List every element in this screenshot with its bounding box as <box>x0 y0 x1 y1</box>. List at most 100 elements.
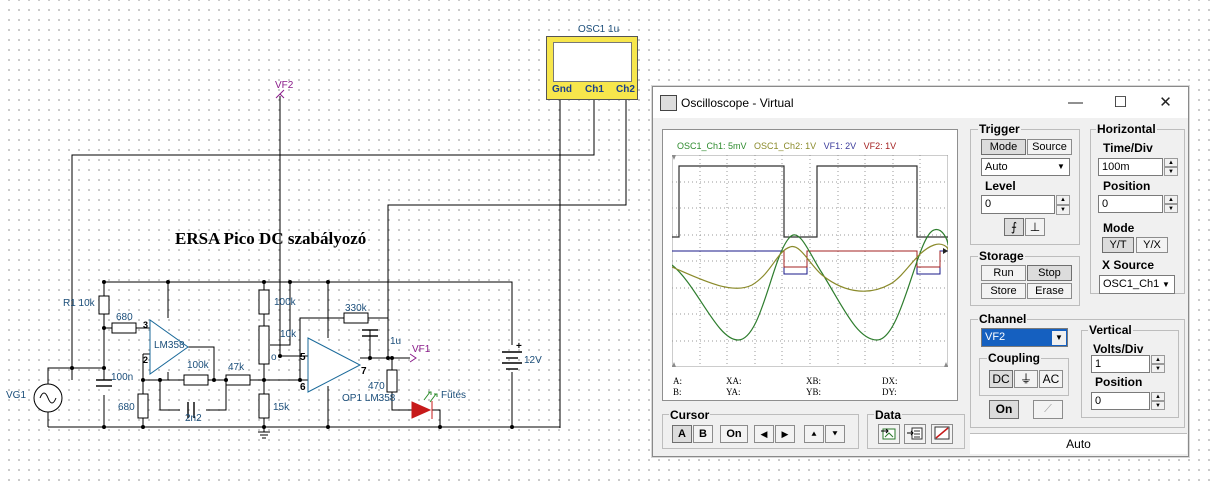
hpos-up[interactable]: ▲ <box>1164 195 1178 204</box>
r470-label: 470 <box>368 381 385 392</box>
yx-button[interactable]: Y/X <box>1136 237 1168 253</box>
legend-ch2: OSC1_Ch2: 1V <box>754 141 817 151</box>
timediv-down[interactable]: ▼ <box>1164 167 1178 176</box>
timediv-label: Time/Div <box>1103 141 1153 155</box>
c1u-label: 1u <box>390 336 402 347</box>
hpos-input[interactable]: 0 <box>1098 195 1163 213</box>
readout-dx: DX: <box>882 376 898 386</box>
trigger-mode-select[interactable]: Auto ▼ <box>981 158 1070 176</box>
cursor-b-button[interactable]: B <box>693 425 713 443</box>
coupling-label: Coupling <box>987 351 1041 365</box>
hpos-label: Position <box>1103 179 1151 193</box>
pin2-label: 2 <box>143 355 149 365</box>
vpos-label: Position <box>1095 375 1143 389</box>
voltsdiv-input[interactable]: 1 <box>1091 355 1150 373</box>
export-image-button[interactable] <box>878 424 900 444</box>
readout-a: A: <box>673 376 682 386</box>
channel-on-button[interactable]: On <box>989 400 1019 419</box>
maximize-button[interactable]: ☐ <box>1098 87 1143 118</box>
graph-button[interactable] <box>931 424 953 444</box>
voltsdiv-up[interactable]: ▲ <box>1151 355 1165 364</box>
dc-button[interactable]: DC <box>989 370 1013 388</box>
stop-button[interactable]: Stop <box>1027 265 1072 281</box>
channel-color-button[interactable]: ⟋ <box>1033 400 1063 419</box>
channel-label: Channel <box>978 312 1028 326</box>
legend-vf2: VF2: 1V <box>863 141 897 151</box>
channel-select[interactable]: VF2 ▼ <box>981 328 1068 347</box>
scope-display[interactable]: OSC1_Ch1: 5mV OSC1_Ch2: 1V VF1: 2V VF2: … <box>662 129 958 401</box>
cursor-left-button[interactable]: ◀ <box>754 425 774 443</box>
osc-pin-ch1: Ch1 <box>585 84 604 95</box>
cursor-b-right-marker <box>944 362 948 367</box>
vcc-label: 12V <box>524 355 542 366</box>
vertical-label: Vertical <box>1088 323 1133 337</box>
arrow-left-icon: ◀ <box>760 429 768 439</box>
opamp1-label: LM358 <box>154 340 185 351</box>
vcc-plus-label: + <box>516 341 522 352</box>
timediv-input[interactable]: 100m <box>1098 158 1163 176</box>
data-label: Data <box>874 408 903 422</box>
pin5-label: 5 <box>300 352 306 363</box>
vpos-input[interactable]: 0 <box>1091 392 1150 410</box>
trigger-mode-value: Auto <box>985 161 1008 173</box>
trigger-mode-button[interactable]: Mode <box>981 139 1026 155</box>
cursor-a-button[interactable]: A <box>672 425 692 443</box>
gnd-button[interactable]: ⏚ <box>1014 370 1038 388</box>
oscilloscope-app-icon <box>660 95 677 111</box>
close-button[interactable]: ✕ <box>1143 87 1188 118</box>
pin3-label: 3 <box>143 320 149 330</box>
trigger-label: Trigger <box>978 122 1021 136</box>
vpos-down[interactable]: ▼ <box>1151 401 1165 410</box>
vpos-up[interactable]: ▲ <box>1151 392 1165 401</box>
cursor-label: Cursor <box>669 408 711 422</box>
rising-edge-button[interactable]: ⨍ <box>1004 218 1024 236</box>
readout-dy: DY: <box>882 387 897 397</box>
legend-vf1: VF1: 2V <box>823 141 857 151</box>
window-title: Oscilloscope - Virtual <box>681 96 794 110</box>
pen-icon: ⟋ <box>1044 403 1052 415</box>
cursor-b-marker <box>672 362 676 367</box>
cursor-down-button[interactable]: ⯆ <box>825 425 845 443</box>
readout-xa: XA: <box>726 376 742 386</box>
r330k-label: 330k <box>345 303 367 314</box>
cursor-up-button[interactable]: ⯅ <box>804 425 824 443</box>
graph-icon <box>934 426 950 440</box>
ac-button[interactable]: AC <box>1039 370 1063 388</box>
arrow-down-icon: ⯆ <box>831 429 839 439</box>
c2n2-label: 2n2 <box>185 413 202 424</box>
xsource-select[interactable]: OSC1_Ch1 ▼ <box>1099 275 1175 294</box>
xsource-label: X Source <box>1102 258 1155 272</box>
cursor-right-button[interactable]: ▶ <box>775 425 795 443</box>
oscilloscope-symbol[interactable]: Gnd Ch1 Ch2 <box>546 36 638 100</box>
legend-ch1: OSC1_Ch1: 5mV <box>677 141 747 151</box>
vg1-label: VG1 <box>6 390 27 401</box>
hpos-down[interactable]: ▼ <box>1164 204 1178 213</box>
falling-edge-button[interactable]: ⊥ <box>1025 218 1045 236</box>
probe-vf2-label: VF2 <box>275 80 294 91</box>
trigger-level-input[interactable]: 0 <box>981 195 1055 214</box>
timediv-up[interactable]: ▲ <box>1164 158 1178 167</box>
cursor-a-marker <box>672 155 676 160</box>
erase-button[interactable]: Erase <box>1027 283 1072 299</box>
run-button[interactable]: Run <box>981 265 1026 281</box>
rising-edge-icon: ⨍ <box>1010 220 1018 234</box>
minimize-button[interactable]: — <box>1053 87 1098 118</box>
export-image-icon <box>881 428 896 440</box>
cursor-on-button[interactable]: On <box>720 425 748 443</box>
status-bar: Auto <box>970 433 1187 454</box>
trigger-level-down[interactable]: ▼ <box>1056 205 1070 215</box>
export-data-button[interactable] <box>904 424 926 444</box>
trigger-level-up[interactable]: ▲ <box>1056 195 1070 205</box>
r100k-fb-label: 100k <box>187 360 209 371</box>
r100k-top-label: 100k <box>274 297 296 308</box>
yt-button[interactable]: Y/T <box>1102 237 1134 253</box>
voltsdiv-down[interactable]: ▼ <box>1151 364 1165 373</box>
chevron-down-icon: ▼ <box>1057 162 1065 171</box>
voltsdiv-label: Volts/Div <box>1093 342 1144 356</box>
trigger-source-button[interactable]: Source <box>1027 139 1072 155</box>
osc-symbol-label: OSC1 1u <box>578 24 620 35</box>
storage-label: Storage <box>978 249 1025 263</box>
store-button[interactable]: Store <box>981 283 1026 299</box>
trace-vf1 <box>672 165 948 238</box>
title-bar[interactable]: Oscilloscope - Virtual — ☐ ✕ <box>653 87 1188 118</box>
